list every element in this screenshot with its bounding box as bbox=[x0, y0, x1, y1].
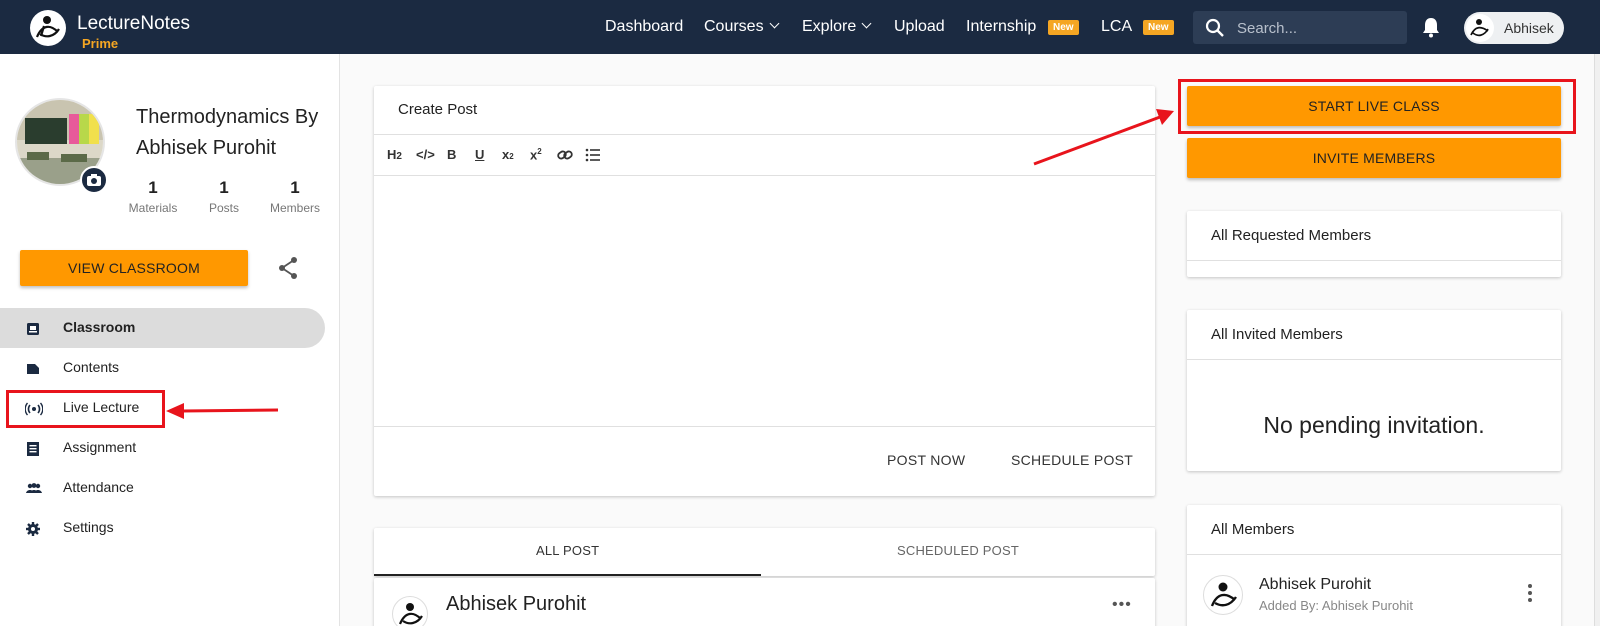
annotation-arrows bbox=[166, 109, 1174, 419]
